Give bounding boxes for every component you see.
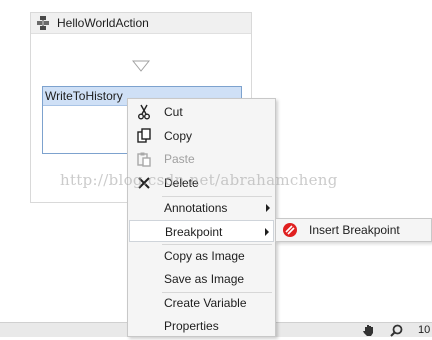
zoom-level-text: 10 (418, 324, 431, 336)
menu-item-paste[interactable]: Paste (129, 148, 274, 170)
breakpoint-submenu: Insert Breakpoint (275, 218, 432, 242)
menu-item-save-as-image[interactable]: Save as Image (129, 268, 274, 290)
sequence-header[interactable]: HelloWorldAction (31, 13, 251, 34)
menu-item-label: Paste (164, 152, 195, 166)
menu-item-label: Create Variable (164, 296, 247, 310)
menu-item-copy[interactable]: Copy (129, 125, 274, 147)
submenu-arrow-icon (266, 204, 270, 212)
drop-target-arrow-icon[interactable] (131, 60, 151, 72)
menu-item-properties[interactable]: Properties (129, 315, 274, 337)
menu-item-label: Copy (164, 129, 193, 143)
menu-item-label: Copy as Image (164, 249, 245, 263)
menu-item-copy-as-image[interactable]: Copy as Image (129, 245, 274, 267)
activity-title: WriteToHistory (45, 89, 123, 103)
menu-item-create-variable[interactable]: Create Variable (129, 292, 274, 314)
submenu-item-label: Insert Breakpoint (309, 223, 400, 237)
menu-item-breakpoint[interactable]: Breakpoint (129, 220, 274, 242)
menu-item-label: Annotations (164, 201, 228, 215)
pan-hand-icon[interactable] (362, 324, 376, 337)
delete-x-icon (136, 175, 152, 191)
submenu-arrow-icon (265, 228, 269, 236)
sequence-icon (35, 15, 51, 31)
breakpoint-icon (282, 222, 298, 238)
menu-item-insert-breakpoint[interactable]: Insert Breakpoint (276, 219, 431, 241)
context-menu: Cut Copy Paste Delete Annotations Breakp… (127, 98, 276, 337)
menu-item-label: Breakpoint (165, 225, 223, 239)
menu-item-delete[interactable]: Delete (129, 172, 274, 194)
menu-item-label: Properties (164, 319, 219, 333)
menu-item-cut[interactable]: Cut (129, 101, 274, 123)
scissors-icon (136, 104, 152, 120)
sequence-title: HelloWorldAction (57, 16, 149, 30)
menu-item-annotations[interactable]: Annotations (129, 197, 274, 219)
copy-icon (136, 128, 152, 144)
menu-item-label: Delete (164, 176, 199, 190)
menu-item-label: Cut (164, 105, 183, 119)
zoom-magnifier-icon[interactable] (390, 324, 403, 337)
menu-item-label: Save as Image (164, 272, 245, 286)
paste-icon (136, 151, 152, 167)
